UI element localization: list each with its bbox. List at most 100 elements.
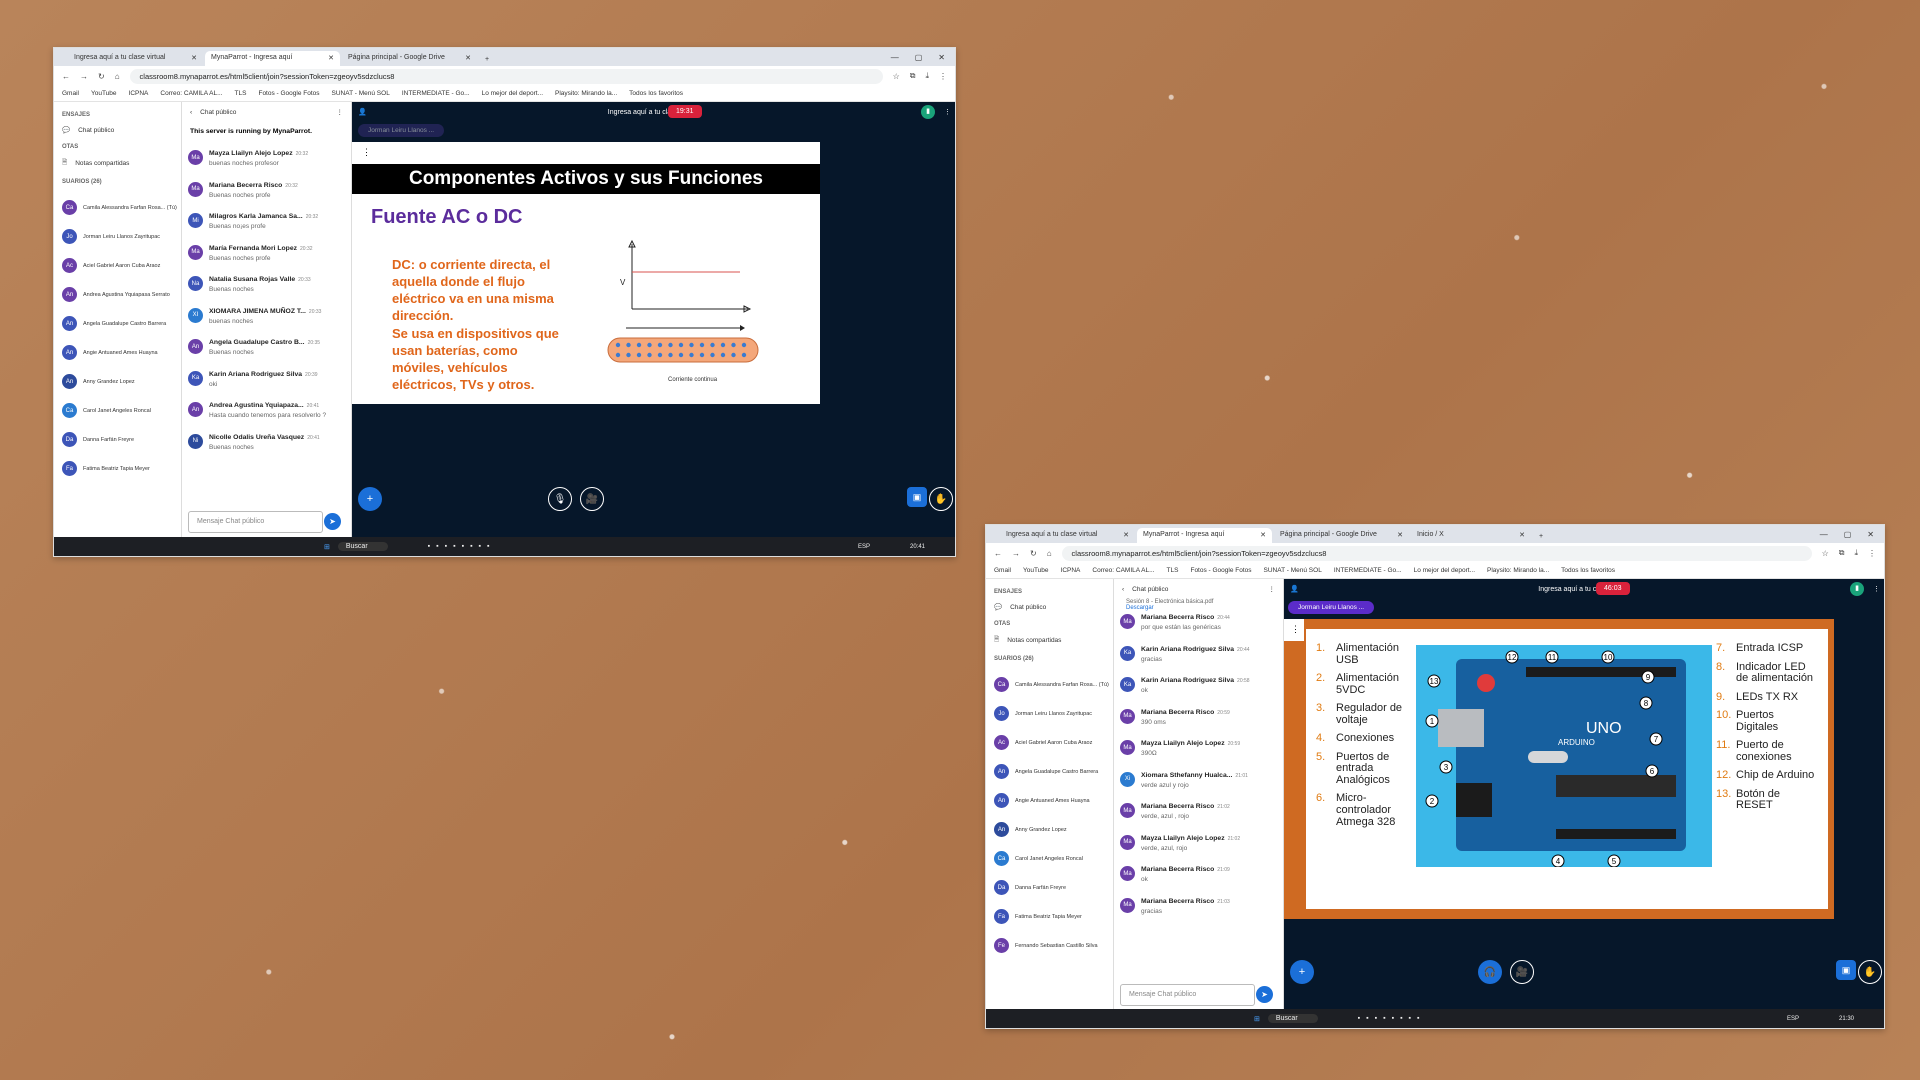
- home-icon[interactable]: ⌂: [115, 72, 120, 81]
- bookmark-item[interactable]: ICPNA: [129, 90, 149, 97]
- user-list-item[interactable]: An Angie Antuaned Ames Huayna: [62, 338, 181, 367]
- bookmark-item[interactable]: ICPNA: [1061, 567, 1081, 574]
- browser-tab-active[interactable]: MynaParrot - Ingresa aquí ✕: [1137, 528, 1272, 543]
- browser-tab[interactable]: Ingresa aquí a tu clase virtual ✕: [1000, 528, 1135, 543]
- extensions-icon[interactable]: ⧉: [910, 71, 916, 81]
- bookmark-item[interactable]: Correo: CAMILA AL...: [1092, 567, 1154, 574]
- user-list-item[interactable]: Da Danna Farfán Freyre: [994, 873, 1113, 902]
- browser-tab-active[interactable]: MynaParrot - Ingresa aquí ✕: [205, 51, 340, 66]
- bookmark-item[interactable]: Playsito: Mirando la...: [555, 90, 617, 97]
- more-options-icon[interactable]: ⋮: [944, 108, 951, 116]
- user-list-item[interactable]: Ca Camila Alessandra Farfan Rosa... (Tú): [994, 670, 1113, 699]
- shared-notes-item[interactable]: 🗎 Notas compartidas: [994, 635, 1113, 646]
- download-link[interactable]: Descargar: [1126, 605, 1154, 611]
- chat-message-input[interactable]: Mensaje Chat público: [1120, 984, 1255, 1006]
- new-tab-icon[interactable]: +: [1533, 533, 1549, 543]
- star-icon[interactable]: ☆: [893, 72, 900, 81]
- close-icon[interactable]: ✕: [1397, 531, 1403, 540]
- bookmark-item[interactable]: INTERMEDIATE - Go...: [402, 90, 470, 97]
- share-camera-button[interactable]: 🎥: [1510, 960, 1534, 984]
- close-icon[interactable]: ✕: [465, 54, 471, 63]
- options-icon[interactable]: ⋮: [362, 147, 371, 157]
- download-icon[interactable]: ⤓: [1854, 548, 1858, 558]
- options-icon[interactable]: ⋮: [1291, 624, 1300, 634]
- back-icon[interactable]: ←: [994, 549, 1002, 558]
- clock[interactable]: 20:41: [910, 544, 925, 550]
- new-tab-icon[interactable]: +: [479, 56, 495, 66]
- user-list-item[interactable]: Ca Carol Janet Angeles Roncal: [994, 844, 1113, 873]
- plus-actions-button[interactable]: +: [358, 487, 382, 511]
- more-options-icon[interactable]: ⋮: [337, 108, 344, 116]
- bookmark-item[interactable]: TLS: [235, 90, 247, 97]
- browser-tab[interactable]: Página principal - Google Drive ✕: [342, 51, 477, 66]
- public-chat-item[interactable]: 💬 Chat público: [62, 126, 181, 135]
- user-list-item[interactable]: An Angela Guadalupe Castro Barrera: [62, 309, 181, 338]
- user-list-item[interactable]: An Anny Grandez Lopez: [994, 815, 1113, 844]
- bookmark-item[interactable]: Fotos - Google Fotos: [1190, 567, 1251, 574]
- reload-icon[interactable]: ↻: [1030, 549, 1037, 558]
- menu-icon[interactable]: ⋮: [1868, 549, 1876, 558]
- bookmark-item[interactable]: Lo mejor del deport...: [1414, 567, 1475, 574]
- close-window-icon[interactable]: ✕: [1867, 530, 1874, 539]
- bookmark-item[interactable]: YouTube: [1023, 567, 1049, 574]
- bookmark-item[interactable]: Fotos - Google Fotos: [258, 90, 319, 97]
- close-icon[interactable]: ✕: [191, 54, 197, 63]
- taskbar-search[interactable]: Buscar: [337, 542, 388, 551]
- bookmark-item[interactable]: Gmail: [62, 90, 79, 97]
- url-input[interactable]: classroom8.mynaparrot.es/html5client/joi…: [1061, 545, 1812, 561]
- minimize-icon[interactable]: —: [891, 53, 899, 62]
- connection-icon[interactable]: ▮: [1850, 582, 1864, 596]
- close-icon[interactable]: ✕: [1260, 531, 1266, 540]
- clock[interactable]: 21:30: [1839, 1016, 1854, 1022]
- back-chevron-icon[interactable]: ‹: [1122, 586, 1124, 593]
- bookmark-item[interactable]: SUNAT - Menú SOL: [332, 90, 390, 97]
- screen-share-icon[interactable]: ▣: [907, 487, 927, 507]
- extensions-icon[interactable]: ⧉: [1839, 548, 1845, 558]
- user-list-item[interactable]: Ca Carol Janet Angeles Roncal: [62, 396, 181, 425]
- bookmark-item[interactable]: Correo: CAMILA AL...: [160, 90, 222, 97]
- bookmark-item[interactable]: Gmail: [994, 567, 1011, 574]
- user-list-item[interactable]: Ac Aciel Gabriel Aaron Cuba Araoz: [994, 728, 1113, 757]
- share-camera-button[interactable]: 🎥: [580, 487, 604, 511]
- user-icon[interactable]: 👤: [358, 108, 367, 116]
- user-list-item[interactable]: An Andrea Agustina Yquiapasa Serrato: [62, 280, 181, 309]
- user-icon[interactable]: 👤: [1290, 585, 1299, 593]
- user-list-item[interactable]: An Angie Antuaned Ames Huayna: [994, 786, 1113, 815]
- taskbar-search[interactable]: Buscar: [1267, 1014, 1318, 1023]
- audio-headset-button[interactable]: 🎧: [1478, 960, 1502, 984]
- raise-hand-icon[interactable]: ✋: [1858, 960, 1882, 984]
- browser-tab[interactable]: Inicio / X ✕: [1411, 528, 1531, 543]
- user-list-item[interactable]: Fa Fatima Beatriz Tapia Meyer: [994, 902, 1113, 931]
- public-chat-item[interactable]: 💬 Chat público: [994, 603, 1113, 612]
- url-input[interactable]: classroom8.mynaparrot.es/html5client/joi…: [129, 68, 883, 84]
- plus-actions-button[interactable]: +: [1290, 960, 1314, 984]
- star-icon[interactable]: ☆: [1822, 549, 1829, 558]
- user-list-item[interactable]: Jo Jorman Leiru Llanos Zayritupac: [62, 222, 181, 251]
- reload-icon[interactable]: ↻: [98, 72, 105, 81]
- forward-icon[interactable]: →: [80, 72, 88, 81]
- home-icon[interactable]: ⌂: [1047, 549, 1052, 558]
- user-list-item[interactable]: Fe Fernando Sebastian Castillo Silva: [994, 931, 1113, 960]
- user-list-item[interactable]: Ac Aciel Gabriel Aaron Cuba Araoz: [62, 251, 181, 280]
- close-icon[interactable]: ✕: [1123, 531, 1129, 540]
- user-list-item[interactable]: An Anny Grandez Lopez: [62, 367, 181, 396]
- more-options-icon[interactable]: ⋮: [1269, 585, 1276, 593]
- browser-tab[interactable]: Página principal - Google Drive ✕: [1274, 528, 1409, 543]
- menu-icon[interactable]: ⋮: [939, 72, 947, 81]
- raise-hand-icon[interactable]: ✋: [929, 487, 953, 511]
- connection-icon[interactable]: ▮: [921, 105, 935, 119]
- user-list-item[interactable]: Jo Jorman Leiru Llanos Zayritupac: [994, 699, 1113, 728]
- bookmark-item[interactable]: Playsito: Mirando la...: [1487, 567, 1549, 574]
- bookmark-item[interactable]: Lo mejor del deport...: [482, 90, 543, 97]
- close-icon[interactable]: ✕: [328, 54, 334, 63]
- chat-message-input[interactable]: Mensaje Chat público: [188, 511, 323, 533]
- bookmark-item[interactable]: TLS: [1167, 567, 1179, 574]
- more-options-icon[interactable]: ⋮: [1873, 585, 1880, 593]
- bookmark-item[interactable]: Todos los favoritos: [629, 90, 683, 97]
- shared-notes-item[interactable]: 🗎 Notas compartidas: [62, 158, 181, 169]
- recording-timer[interactable]: 19:31: [668, 105, 702, 118]
- mute-microphone-button[interactable]: 🎙: [548, 487, 572, 511]
- user-list-item[interactable]: An Angela Guadalupe Castro Barrera: [994, 757, 1113, 786]
- send-button[interactable]: ➤: [1256, 986, 1273, 1003]
- minimize-icon[interactable]: —: [1820, 530, 1828, 539]
